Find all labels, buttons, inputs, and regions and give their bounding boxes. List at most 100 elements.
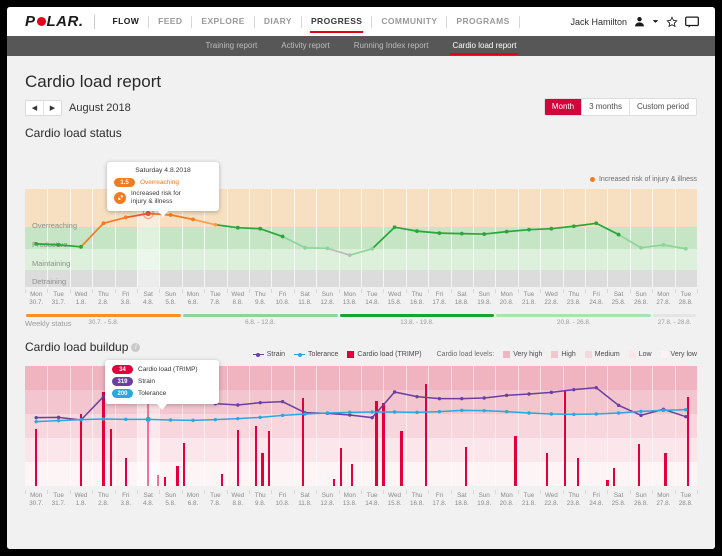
level-swatch-medium: [584, 351, 592, 358]
star-icon[interactable]: [666, 15, 678, 28]
weekly-status-bar[interactable]: [339, 314, 495, 317]
nav-item-diary[interactable]: DIARY: [255, 7, 301, 36]
weekly-status-bar[interactable]: [26, 314, 181, 317]
legend-level-high: High: [551, 351, 576, 358]
tooltip-risk-line1: Increased risk for: [131, 190, 181, 197]
weekly-status-range-label: 6.8. - 12.8.: [245, 319, 276, 326]
legend-level-very-low: Very low: [660, 351, 697, 358]
risk-dot-icon: [589, 177, 595, 182]
axis-tick-label: Thu 2.8.: [97, 492, 109, 508]
axis-tick-label: Mon 30.7.: [29, 291, 44, 307]
axis-tick-label: Mon 6.8.: [186, 291, 200, 307]
axis-tick-label: Mon 20.8.: [499, 291, 514, 307]
legend-levels-label: Cardio load levels:: [436, 351, 495, 358]
strain-line-icon: [252, 352, 264, 357]
tooltip-strain-row: 319 Strain: [112, 377, 212, 386]
axis-tick-label: Wed 22.8.: [544, 492, 559, 508]
month-selector: ◀ ▶ August 2018: [25, 100, 131, 116]
legend-label-medium: Medium: [594, 351, 620, 358]
nav-item-flow[interactable]: FLOW: [104, 7, 149, 36]
period-custom-button[interactable]: Custom period: [628, 99, 696, 115]
left-arrow-icon: ◀: [31, 105, 38, 112]
legend-level-low: Low: [628, 351, 652, 358]
chat-icon[interactable]: [685, 15, 699, 28]
buildup-legend: Strain Tolerance Cardio load (TRIMP) Car…: [252, 351, 697, 358]
axis-tick-label: Sun 5.8.: [164, 492, 177, 508]
nav-item-progress[interactable]: PROGRESS: [302, 7, 371, 36]
axis-tick-label: Wed 15.8.: [387, 291, 402, 307]
axis-tick-label: Sat 4.8.: [142, 492, 154, 508]
nav-item-programs[interactable]: PROGRAMS: [447, 7, 518, 36]
chevron-down-icon[interactable]: [652, 18, 659, 25]
nav-item-feed[interactable]: FEED: [149, 7, 191, 36]
axis-tick-label: Tue 7.8.: [210, 291, 221, 307]
axis-tick-label: Sat 18.8.: [454, 492, 469, 508]
logo-text-left: P: [25, 13, 36, 30]
tooltip-strain-label: Strain: [138, 377, 155, 385]
weekly-status-bar[interactable]: [496, 314, 652, 317]
section1-text: Cardio load status: [25, 126, 122, 140]
legend-label-cardio-load: Cardio load (TRIMP): [357, 351, 422, 358]
axis-tick-label: Mon 27.8.: [656, 492, 671, 508]
user-icon[interactable]: [634, 16, 645, 27]
tab-training-report[interactable]: Training report: [194, 36, 270, 56]
legend-level-very-high: Very high: [503, 351, 542, 358]
weekly-status-range-label: 13.8. - 19.8.: [400, 319, 434, 326]
tooltip-tolerance-row: 200 Tolerance: [112, 389, 212, 398]
axis-tick-label: Wed 15.8.: [387, 492, 402, 508]
axis-tick-label: Sun 19.8.: [477, 492, 492, 508]
previous-month-button[interactable]: ◀: [26, 101, 43, 115]
axis-tick-label: Wed 8.8.: [231, 291, 245, 307]
weekly-status-bar[interactable]: [182, 314, 338, 317]
logo-dot-icon: [36, 17, 46, 26]
axis-tick-label: Tue 21.8.: [521, 291, 536, 307]
axis-tick-label: Wed 22.8.: [544, 291, 559, 307]
logo-text-right: LAR.: [46, 13, 84, 30]
axis-tick-label: Sat 4.8.: [142, 291, 154, 307]
level-swatch-very-high: [503, 351, 511, 358]
tooltip-status-label: Overreaching: [140, 178, 180, 186]
page-title: Cardio load report: [25, 72, 162, 91]
axis-tick-label: Tue 31.7.: [51, 492, 66, 508]
level-swatch-high: [551, 351, 559, 358]
level-swatch-low: [628, 351, 636, 358]
axis-tick-label: Fri 24.8.: [589, 291, 604, 307]
tab-running-index-report[interactable]: Running Index report: [342, 36, 441, 56]
section-title-cardio-load-status: Cardio load status: [25, 126, 122, 140]
legend-item-tolerance: Tolerance: [294, 351, 338, 358]
nav-item-explore[interactable]: EXPLORE: [192, 7, 253, 36]
axis-tick-label: Tue 21.8.: [521, 492, 536, 508]
axis-tick-label: Sun 12.8.: [320, 291, 335, 307]
chart2-x-axis: Mon 30.7. Tue 31.7. Wed 1.8. Thu 2.8. Fri 3.8. Sat…: [25, 490, 698, 512]
section-title-cardio-load-buildup: Cardio load buildup i: [25, 340, 141, 354]
info-icon[interactable]: i: [131, 343, 141, 352]
axis-tick-label: Fri 10.8.: [275, 291, 290, 307]
period-3months-button[interactable]: 3 months: [581, 99, 629, 115]
axis-tick-label: Tue 7.8.: [210, 492, 221, 508]
axis-tick-label: Sun 26.8.: [633, 492, 648, 508]
top-navigation-bar: P LAR. FLOW FEED EXPLORE DIARY PROGRESS C…: [7, 7, 715, 36]
tab-activity-report[interactable]: Activity report: [269, 36, 341, 56]
top-right-controls: Jack Hamilton: [570, 15, 699, 28]
nav-item-community[interactable]: COMMUNITY: [372, 7, 446, 36]
axis-tick-label: Fri 10.8.: [275, 492, 290, 508]
tolerance-line-icon: [294, 352, 306, 357]
cardio-load-square-icon: [347, 351, 355, 358]
axis-tick-label: Mon 6.8.: [186, 492, 200, 508]
level-swatch-very-low: [660, 351, 668, 358]
tooltip-strain-value: 319: [112, 377, 133, 386]
weekly-status-bar[interactable]: [653, 314, 696, 317]
axis-tick-label: Tue 28.8.: [678, 291, 693, 307]
axis-tick-label: Sun 5.8.: [164, 291, 177, 307]
tooltip-cardio-load-label: Cardio load (TRIMP): [138, 365, 198, 373]
axis-tick-label: Mon 13.8.: [342, 492, 357, 508]
report-content: Cardio load report ◀ ▶ August 2018 Month…: [7, 56, 715, 549]
axis-tick-label: Fri 3.8.: [120, 492, 132, 508]
risk-legend: Increased risk of injury & illness: [589, 176, 697, 183]
polar-logo[interactable]: P LAR.: [25, 13, 84, 30]
next-month-button[interactable]: ▶: [43, 101, 61, 115]
right-arrow-icon: ▶: [49, 105, 56, 112]
tab-cardio-load-report[interactable]: Cardio load report: [440, 36, 528, 56]
axis-tick-label: Sun 12.8.: [320, 492, 335, 508]
period-month-button[interactable]: Month: [544, 99, 582, 115]
